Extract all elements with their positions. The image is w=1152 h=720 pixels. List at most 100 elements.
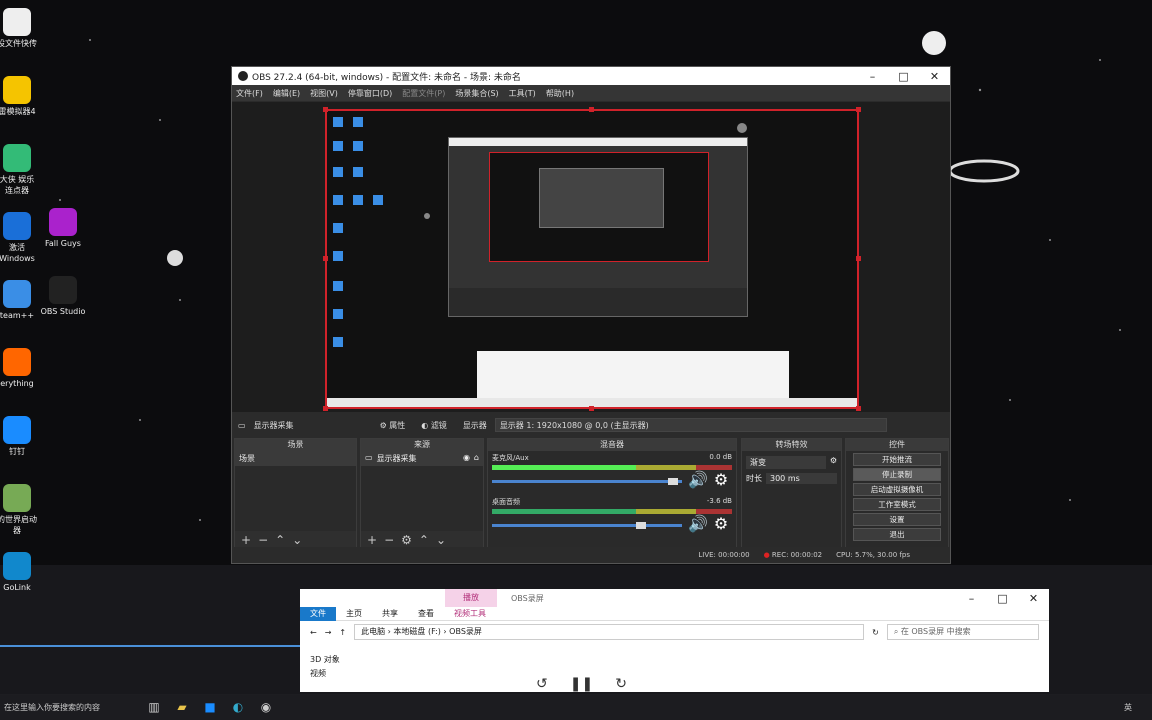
obs-taskbar-icon[interactable]: ◉ [252, 696, 280, 718]
up-icon[interactable]: ↑ [339, 628, 346, 637]
desktop-icon[interactable]: OBS Studio [32, 276, 94, 317]
manage-tab[interactable]: 播放 [445, 589, 497, 607]
menu-tools[interactable]: 工具(T) [509, 88, 536, 99]
back-icon[interactable]: ← [310, 628, 317, 637]
add-icon[interactable]: + [367, 533, 377, 547]
live-status: LIVE: 00:00:00 [698, 551, 750, 559]
up-icon[interactable]: ⌃ [275, 533, 285, 547]
path-segment[interactable]: 本地磁盘 (F:) [393, 627, 440, 636]
desktop-icon[interactable]: erything [0, 348, 48, 389]
properties-button[interactable]: ⚙ 属性 [380, 420, 414, 431]
desktop-icon[interactable]: 雷模拟器4 [0, 76, 48, 117]
menu-help[interactable]: 帮助(H) [546, 88, 574, 99]
eye-icon[interactable]: ◉ [463, 453, 470, 464]
gear-icon[interactable]: ⚙ [830, 456, 837, 469]
pause-icon[interactable]: ❚❚ [570, 676, 593, 692]
up-icon[interactable]: ⌃ [419, 533, 429, 547]
add-icon[interactable]: + [241, 533, 251, 547]
remove-icon[interactable]: − [258, 533, 268, 547]
sources-title: 来源 [361, 439, 483, 451]
address-bar[interactable]: 此电脑 › 本地磁盘 (F:) › OBS录屏 [354, 624, 865, 640]
studio-mode-button[interactable]: 工作室模式 [853, 498, 941, 511]
path-segment[interactable]: 此电脑 [361, 627, 385, 636]
preview-canvas[interactable] [325, 109, 859, 409]
nested-obs-preview [448, 137, 748, 317]
ribbon-view[interactable]: 查看 [408, 608, 444, 619]
path-segment[interactable]: OBS录屏 [449, 627, 482, 636]
obs-titlebar: OBS 27.2.4 (64-bit, windows) - 配置文件: 未命名… [232, 67, 950, 85]
folder-icon[interactable]: ▰ [168, 696, 196, 718]
gear-icon[interactable]: ⚙ [714, 470, 728, 489]
virtual-camera-button[interactable]: 启动虚拟摄像机 [853, 483, 941, 496]
scene-item[interactable]: 场景 [235, 451, 356, 466]
display-select[interactable]: 显示器 1: 1920x1080 @ 0,0 (主显示器) [494, 418, 887, 432]
volume-slider[interactable] [492, 522, 682, 529]
minimize-icon[interactable]: – [956, 592, 987, 605]
maximize-icon[interactable]: □ [888, 70, 919, 83]
close-icon[interactable]: ✕ [1018, 592, 1049, 605]
search-box[interactable]: ⌕ 在 OBS录屏 中搜索 [886, 624, 1039, 640]
ribbon-file[interactable]: 文件 [300, 606, 336, 621]
input-language[interactable]: 英 [1124, 702, 1132, 713]
windows-taskbar: 在这里输入你要搜索的内容 ▥ ▰ ■ ◐ ◉ 英 [0, 694, 1152, 720]
down-icon[interactable]: ⌄ [292, 533, 302, 547]
maximize-icon[interactable]: □ [987, 592, 1018, 605]
zip-icon [3, 212, 31, 240]
desktop-icon[interactable]: 大侠 娱乐 连点器 [0, 144, 48, 196]
task-view-icon[interactable]: ▥ [140, 696, 168, 718]
desktop-icon[interactable]: Fall Guys [32, 208, 94, 249]
speaker-icon[interactable]: 🔊 [688, 470, 708, 489]
lock-icon[interactable]: ⌂ [474, 453, 479, 464]
stop-recording-button[interactable]: 停止录制 [853, 468, 941, 481]
refresh-icon[interactable]: ↻ [872, 628, 879, 637]
desktop-icon-label: 钉钉 [9, 447, 25, 456]
transitions-title: 转场特效 [742, 439, 841, 451]
rewind-10-icon[interactable]: ↺ [536, 676, 548, 692]
desktop-icon[interactable]: GoLink [0, 552, 48, 593]
store-icon[interactable]: ■ [196, 696, 224, 718]
obs-logo-icon [238, 71, 248, 81]
nav-item-3d[interactable]: 3D 对象 [310, 653, 340, 667]
menu-profile[interactable]: 配置文件(P) [402, 88, 445, 99]
down-icon[interactable]: ⌄ [436, 533, 446, 547]
nav-item-video[interactable]: 视频 [310, 667, 340, 681]
desktop-icon-label: 设文件快传 [0, 39, 37, 48]
exit-button[interactable]: 退出 [853, 528, 941, 541]
taskbar-search[interactable]: 在这里输入你要搜索的内容 [0, 702, 140, 713]
menu-edit[interactable]: 编辑(E) [273, 88, 300, 99]
duration-input[interactable]: 300 ms [766, 473, 837, 484]
minimize-icon[interactable]: – [857, 70, 888, 83]
file-icon [3, 8, 31, 36]
ribbon-home[interactable]: 主页 [336, 608, 372, 619]
controls-dock: 控件 开始推流 停止录制 启动虚拟摄像机 工作室模式 设置 退出 [845, 438, 949, 550]
filters-label: 滤镜 [430, 420, 447, 430]
settings-button[interactable]: 设置 [853, 513, 941, 526]
filters-button[interactable]: ◐ 滤镜 [421, 420, 455, 431]
start-streaming-button[interactable]: 开始推流 [853, 453, 941, 466]
forward-30-icon[interactable]: ↻ [615, 676, 627, 692]
desktop-icon[interactable]: 钉钉 [0, 416, 48, 457]
close-icon[interactable]: ✕ [919, 70, 950, 83]
menu-scene-collection[interactable]: 场景集合(S) [455, 88, 498, 99]
edge-icon[interactable]: ◐ [224, 696, 252, 718]
ribbon-video-tools[interactable]: 视频工具 [444, 608, 496, 619]
source-item[interactable]: ▭ 显示器采集 ◉ ⌂ [361, 451, 483, 466]
menu-docks[interactable]: 停靠窗口(D) [348, 88, 392, 99]
cpu-status: CPU: 5.7%, 30.00 fps [836, 551, 910, 559]
desktop-icon[interactable]: 设文件快传 [0, 8, 48, 49]
transition-select[interactable]: 渐变 [746, 456, 826, 469]
gear-icon[interactable]: ⚙ [401, 533, 412, 547]
desktop-icon-label: erything [0, 379, 34, 388]
level-meter [492, 465, 732, 470]
gear-icon[interactable]: ⚙ [714, 514, 728, 533]
forward-icon[interactable]: → [325, 628, 332, 637]
speaker-icon[interactable]: 🔊 [688, 514, 708, 533]
desktop-icon[interactable]: 的世界启动 器 [0, 484, 48, 536]
ribbon-share[interactable]: 共享 [372, 608, 408, 619]
search-icon [3, 348, 31, 376]
remove-icon[interactable]: − [384, 533, 394, 547]
menu-view[interactable]: 视图(V) [310, 88, 338, 99]
menu-file[interactable]: 文件(F) [236, 88, 263, 99]
volume-slider[interactable] [492, 478, 682, 485]
obs-preview[interactable] [232, 102, 950, 412]
